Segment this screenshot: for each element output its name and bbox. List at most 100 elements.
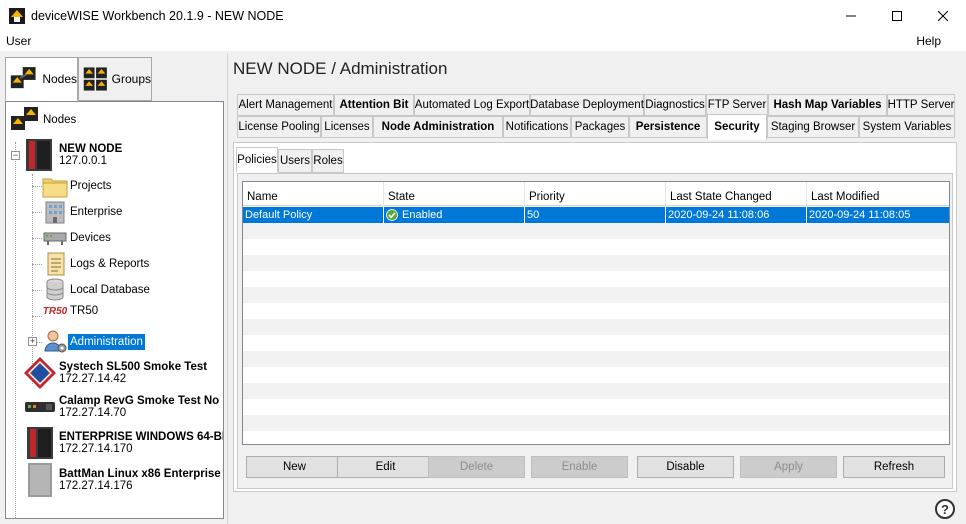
tree-item-projects[interactable]: Projects [42, 173, 114, 199]
delete-button[interactable]: Delete [428, 456, 525, 478]
node-ip: 172.27.14.42 [59, 373, 127, 385]
tree-node-systech[interactable]: Systech SL500 Smoke Test 172.27.14.42 [24, 357, 207, 389]
empty-table-row [243, 271, 949, 287]
tab-groups[interactable]: Groups [78, 57, 152, 101]
tr50-icon: TR50 [42, 305, 68, 317]
node-ip: 127.0.0.1 [59, 155, 107, 167]
empty-table-row [243, 383, 949, 399]
tab-automated-log-export[interactable]: Automated Log Export [414, 94, 530, 116]
tab-nodes[interactable]: Nodes [5, 57, 78, 101]
column-header-priority[interactable]: Priority [525, 182, 666, 206]
node-title: BattMan Linux x86 Enterprise [59, 468, 221, 480]
tab-alert-management[interactable]: Alert Management [237, 94, 334, 116]
server-icon [26, 139, 52, 171]
tree-item-tr50[interactable]: TR50 TR50 [42, 303, 100, 319]
tree-node-enterprise-windows[interactable]: ENTERPRISE WINDOWS 64-BIT 172.27.14.170 [24, 427, 223, 459]
admin-icon [44, 330, 67, 353]
menu-bar: User Help [0, 31, 966, 51]
column-header-state[interactable]: State [384, 182, 525, 206]
left-panel: Nodes Groups Nodes − NEW NODE 127.0.0.1 … [2, 54, 226, 522]
column-header-name[interactable]: Name [243, 182, 384, 206]
tab-database-deployment[interactable]: Database Deployment [530, 94, 644, 116]
empty-table-row [243, 399, 949, 415]
tree-item-label: Projects [70, 180, 112, 192]
tab-ftp-server[interactable]: FTP Server [706, 94, 768, 116]
expand-administration[interactable]: + [28, 337, 37, 346]
tab-notifications[interactable]: Notifications [503, 116, 571, 138]
menu-user[interactable]: User [6, 34, 31, 48]
table-header: Name State Priority Last State Changed L… [243, 182, 949, 206]
tab-persistence[interactable]: Persistence [629, 116, 707, 138]
node-title: Systech SL500 Smoke Test [59, 361, 208, 373]
tree-item-label: Devices [70, 232, 111, 244]
server-icon [27, 427, 53, 459]
edit-button[interactable]: Edit [337, 456, 434, 478]
maximize-icon [892, 10, 902, 21]
tab-staging-browser[interactable]: Staging Browser [767, 116, 859, 138]
help-icon[interactable]: ? [935, 499, 955, 519]
minimize-button[interactable] [828, 0, 874, 31]
maximize-button[interactable] [874, 0, 920, 31]
tab-licenses[interactable]: Licenses [321, 116, 373, 138]
tab-hash-map-variables[interactable]: Hash Map Variables [768, 94, 887, 116]
new-button[interactable]: New [246, 456, 343, 478]
subtab-roles[interactable]: Roles [312, 149, 344, 173]
nodes-icon [11, 107, 38, 130]
empty-table-row [243, 303, 949, 319]
node-ip: 172.27.14.170 [59, 443, 133, 455]
cell-name: Default Policy [243, 207, 384, 223]
tab-system-variables[interactable]: System Variables [859, 116, 955, 138]
cell-last-modified: 2020-09-24 11:08:05 [809, 209, 911, 221]
tab-security[interactable]: Security [707, 114, 767, 140]
close-button[interactable] [920, 0, 966, 31]
empty-table-row [243, 287, 949, 303]
enable-button[interactable]: Enable [531, 456, 628, 478]
empty-table-row [243, 319, 949, 335]
empty-table-row [243, 255, 949, 271]
tab-attention-bit[interactable]: Attention Bit [334, 94, 414, 116]
cell-priority: 50 [525, 207, 666, 223]
subtab-users[interactable]: Users [278, 149, 312, 173]
tab-diagnostics[interactable]: Diagnostics [644, 94, 706, 116]
tree-item-logs-reports[interactable]: Logs & Reports [42, 251, 151, 277]
log-icon [47, 252, 65, 276]
empty-table-row [243, 223, 949, 239]
tree-node-new-node[interactable]: NEW NODE 127.0.0.1 [24, 139, 122, 171]
cell-state-text: Enabled [402, 209, 443, 221]
window-title: deviceWISE Workbench 20.1.9 - NEW NODE [31, 8, 284, 23]
column-header-last-modified[interactable]: Last Modified [807, 182, 949, 206]
node-tree[interactable]: Nodes − NEW NODE 127.0.0.1 Projects Ente… [5, 101, 224, 519]
menu-help[interactable]: Help [916, 34, 941, 48]
check-circle-icon [386, 209, 398, 221]
tab-http-server[interactable]: HTTP Server [887, 94, 955, 116]
tree-item-enterprise[interactable]: Enterprise [42, 199, 124, 225]
tab-packages[interactable]: Packages [571, 116, 629, 138]
tab-node-administration[interactable]: Node Administration [373, 116, 503, 138]
tree-root-nodes[interactable]: Nodes [9, 104, 78, 136]
tree-node-calamp[interactable]: Calamp RevG Smoke Test No 172.27.14.70 [24, 391, 219, 423]
policies-table[interactable]: Name State Priority Last State Changed L… [242, 181, 950, 445]
nodes-icon [10, 67, 36, 89]
refresh-button[interactable]: Refresh [843, 456, 945, 478]
empty-table-row [243, 431, 949, 444]
tab-license-pooling[interactable]: License Pooling [237, 116, 321, 138]
minimize-icon [846, 15, 856, 16]
tree-item-devices[interactable]: Devices [42, 225, 113, 251]
server-gray-icon [28, 463, 52, 497]
empty-table-row [243, 367, 949, 383]
close-icon [938, 10, 948, 21]
tree-item-label: TR50 [70, 305, 99, 317]
disable-button[interactable]: Disable [637, 456, 734, 478]
tree-item-local-database[interactable]: Local Database [42, 277, 152, 303]
apply-button[interactable]: Apply [740, 456, 837, 478]
subtab-policies[interactable]: Policies [236, 147, 278, 173]
tree-node-battman[interactable]: BattMan Linux x86 Enterprise 172.27.14.1… [24, 463, 221, 497]
title-bar: deviceWISE Workbench 20.1.9 - NEW NODE [0, 0, 966, 31]
expand-new-node[interactable]: − [11, 151, 20, 160]
column-header-last-state-changed[interactable]: Last State Changed [666, 182, 807, 206]
table-row[interactable]: Default Policy Enabled 50 2020-09-24 11:… [243, 207, 949, 223]
tree-item-administration[interactable]: Administration [42, 329, 145, 355]
policies-panel: Name State Priority Last State Changed L… [237, 173, 953, 489]
node-ip: 172.27.14.176 [59, 480, 133, 492]
splitter[interactable] [227, 54, 228, 524]
